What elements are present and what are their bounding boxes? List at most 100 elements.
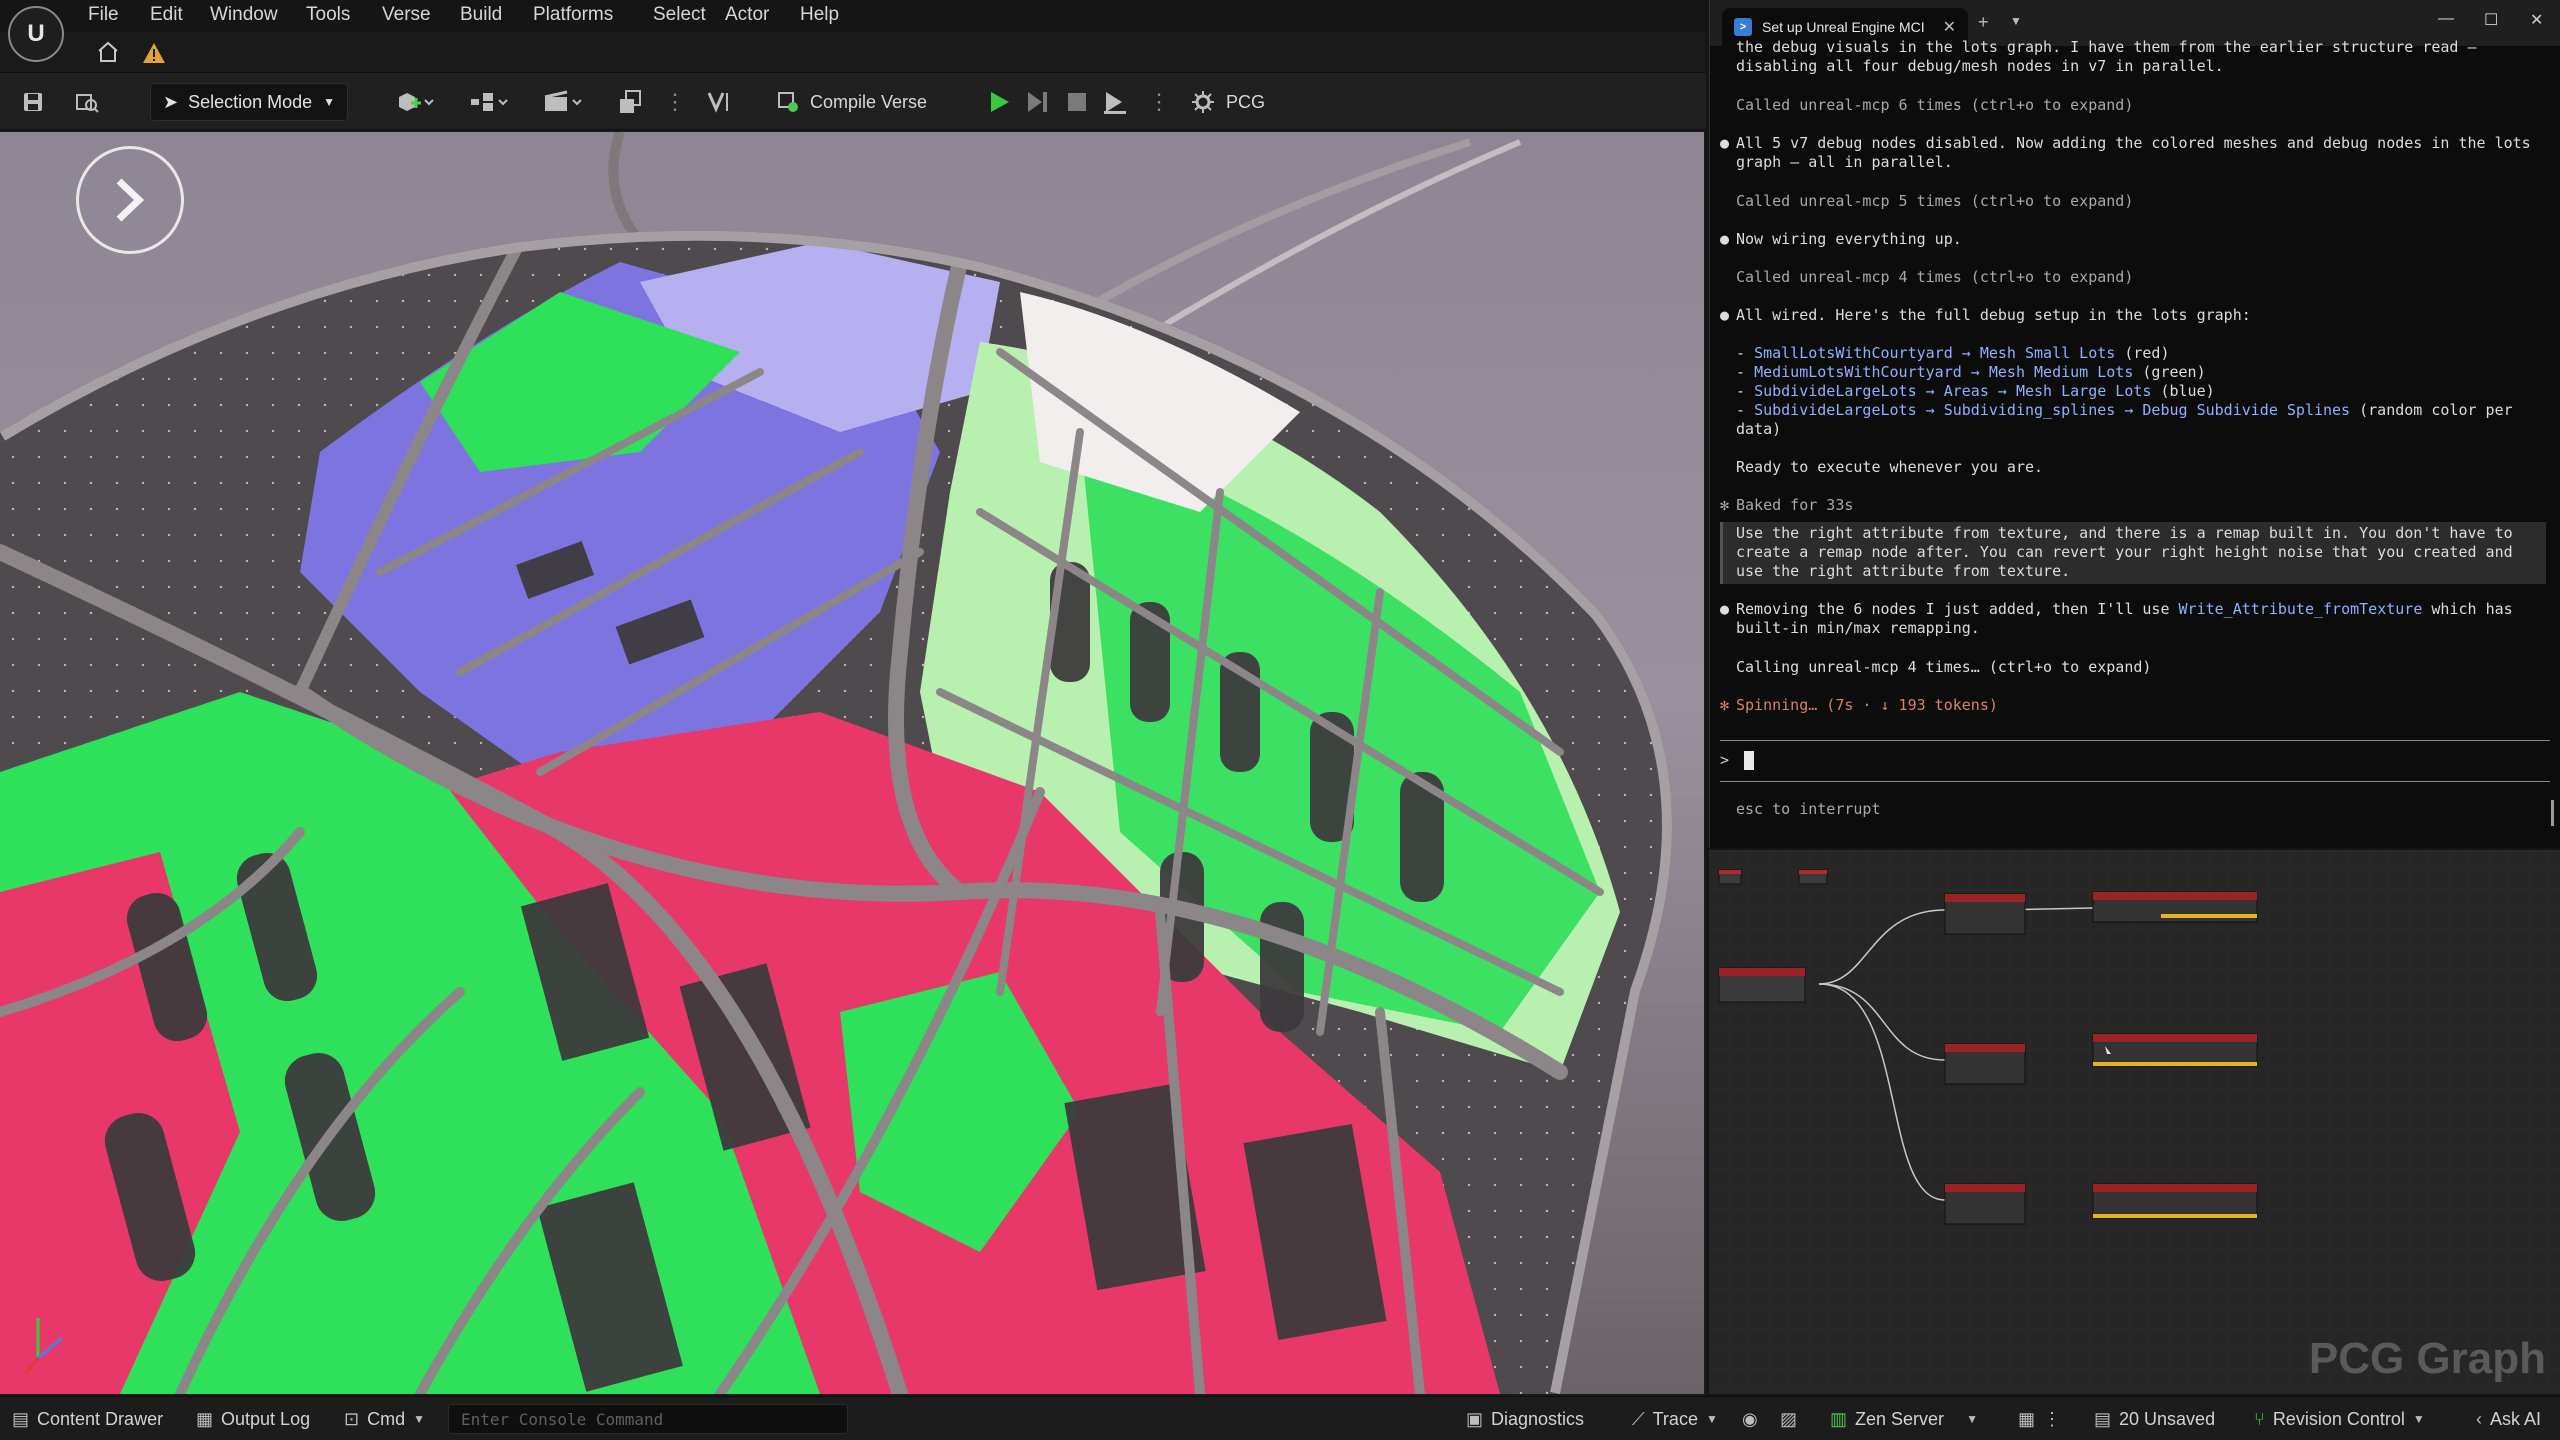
menu-window[interactable]: Window xyxy=(210,4,278,26)
content-drawer-button[interactable]: ▤ Content Drawer xyxy=(12,1397,163,1440)
chevron-left-icon: ‹ xyxy=(2476,1408,2482,1429)
selection-mode-dropdown[interactable]: ➤ Selection Mode ▼ xyxy=(150,83,348,121)
drawer-icon: ▤ xyxy=(12,1408,30,1429)
camera-icon: ▨ xyxy=(1780,1408,1798,1429)
chevron-down-icon: ▼ xyxy=(413,1412,425,1426)
new-tab-icon[interactable]: + xyxy=(1978,12,1989,33)
screenshot-button[interactable]: ▨ xyxy=(1780,1397,1797,1440)
revision-control-icon: ⑂ xyxy=(2254,1408,2265,1429)
blueprint-icon[interactable] xyxy=(468,87,510,117)
cinematics-icon[interactable] xyxy=(542,87,584,117)
output-line: the debug visuals in the lots graph. I h… xyxy=(1736,38,2477,56)
output-line: All 5 v7 debug nodes disabled. Now addin… xyxy=(1736,134,2531,152)
trace-dropdown[interactable]: ⟋ Trace ▼ xyxy=(1632,1397,1718,1440)
derived-data-button[interactable]: ▦ ⋮ xyxy=(2018,1397,2061,1440)
warning-icon[interactable] xyxy=(142,42,166,64)
user-message-line: use the right attribute from texture. xyxy=(1736,562,2071,580)
status-bar: ▤ Content Drawer ▦ Output Log ⊡ Cmd ▼ ▣ … xyxy=(0,1396,2560,1440)
menu-select[interactable]: Select xyxy=(653,4,706,26)
node-name: Write_Attribute_fromTexture xyxy=(2178,600,2423,618)
list-item-note: (random color per xyxy=(2350,401,2513,419)
pcg-node-filter-medium[interactable] xyxy=(1944,1043,2026,1085)
compile-verse-label: Compile Verse xyxy=(810,91,928,112)
tool-call-line[interactable]: Called unreal-mcp 6 times (ctrl+o to exp… xyxy=(1736,96,2133,115)
menu-tools[interactable]: Tools xyxy=(306,4,350,26)
menu-verse[interactable]: Verse xyxy=(382,4,431,26)
pcg-node-output[interactable] xyxy=(1798,869,1828,885)
text-cursor xyxy=(1744,751,1754,770)
chevron-down-icon: ▼ xyxy=(1705,1412,1718,1426)
terminal-scrollbar[interactable] xyxy=(2551,800,2554,826)
tab-dropdown-icon[interactable]: ▼ xyxy=(2010,14,2022,28)
pcg-node-mesh-small[interactable] xyxy=(2092,891,2258,923)
unsaved-button[interactable]: ▤ 20 Unsaved xyxy=(2094,1397,2215,1440)
menu-build[interactable]: Build xyxy=(460,4,502,26)
revision-control-dropdown[interactable]: ⑂ Revision Control ▼ xyxy=(2254,1397,2425,1440)
menu-help[interactable]: Help xyxy=(800,4,839,26)
ask-ai-label: Ask AI xyxy=(2490,1408,2542,1429)
list-item: - SmallLotsWithCourtyard → Mesh Small Lo… xyxy=(1736,344,2170,362)
zen-server-dropdown[interactable]: ▥ Zen Server ▼ xyxy=(1830,1397,1978,1440)
pcg-node-graph xyxy=(1709,850,2560,1394)
platform-icon[interactable] xyxy=(616,87,646,117)
bullet-icon: ● xyxy=(1720,134,1730,152)
add-actor-icon[interactable] xyxy=(394,87,436,117)
cmd-dropdown[interactable]: ⊡ Cmd ▼ xyxy=(344,1397,425,1440)
chevron-right-icon xyxy=(116,178,145,222)
minimize-icon[interactable]: — xyxy=(2438,10,2454,28)
maximize-icon[interactable]: ☐ xyxy=(2484,10,2498,30)
pcg-node-filter-large[interactable] xyxy=(1944,1183,2026,1225)
prompt-input[interactable]: > xyxy=(1720,740,2550,782)
tool-call-line[interactable]: Calling unreal-mcp 4 times… (ctrl+o to e… xyxy=(1736,658,2151,677)
viewport-play-overlay-button[interactable] xyxy=(76,146,184,254)
output-line: data) xyxy=(1736,420,1782,438)
revision-control-label: Revision Control xyxy=(2272,1408,2405,1429)
pcg-button[interactable]: PCG xyxy=(1190,87,1265,117)
play-icon[interactable] xyxy=(984,87,1014,117)
close-window-icon[interactable]: ✕ xyxy=(2530,10,2543,30)
output-log-label: Output Log xyxy=(221,1408,311,1429)
spinner-status: Spinning… (7s · ↓ 193 tokens) xyxy=(1736,696,1998,715)
unreal-logo-icon[interactable]: U xyxy=(8,6,64,62)
browse-icon[interactable] xyxy=(72,87,102,117)
eject-icon[interactable] xyxy=(1100,87,1130,117)
ask-ai-button[interactable]: ‹ Ask AI xyxy=(2476,1397,2541,1440)
pcg-node-filter-small[interactable] xyxy=(1944,893,2026,935)
pcg-node-mesh-large[interactable] xyxy=(2092,1183,2258,1219)
stop-icon[interactable] xyxy=(1062,87,1092,117)
menu-edit[interactable]: Edit xyxy=(150,4,183,26)
save-icon[interactable] xyxy=(18,87,48,117)
record-button[interactable]: ◉ xyxy=(1742,1397,1758,1440)
console-command-input[interactable] xyxy=(448,1404,848,1434)
toolbar-more-icon[interactable]: ⋮ xyxy=(664,87,686,117)
tool-call-line[interactable]: Called unreal-mcp 4 times (ctrl+o to exp… xyxy=(1736,268,2133,287)
unsaved-label: 20 Unsaved xyxy=(2119,1408,2216,1429)
menu-file[interactable]: File xyxy=(88,4,119,26)
diagnostics-button[interactable]: ▣ Diagnostics xyxy=(1466,1397,1584,1440)
play-options-icon[interactable]: ⋮ xyxy=(1148,87,1170,117)
pcg-graph-panel[interactable]: PCG Graph xyxy=(1709,850,2560,1394)
compile-verse-button[interactable]: Compile Verse xyxy=(776,87,927,117)
pcg-node-source[interactable] xyxy=(1718,967,1806,1003)
zen-server-icon: ▥ xyxy=(1830,1408,1848,1429)
step-icon[interactable] xyxy=(1022,87,1052,117)
save-all-icon: ▤ xyxy=(2094,1408,2112,1429)
output-line: Removing the 6 nodes I just added, then … xyxy=(1736,600,2513,619)
axis-gizmo-icon xyxy=(24,1318,63,1375)
output-line: built-in min/max remapping. xyxy=(1736,619,1980,637)
chevron-down-icon: ▼ xyxy=(323,95,335,109)
close-tab-icon[interactable]: ✕ xyxy=(1943,17,1956,37)
verse-icon[interactable] xyxy=(704,87,734,117)
output-log-button[interactable]: ▦ Output Log xyxy=(196,1397,310,1440)
menu-platforms[interactable]: Platforms xyxy=(533,4,613,26)
powershell-icon: > xyxy=(1734,18,1752,36)
chevron-down-icon: ▼ xyxy=(2412,1412,2425,1426)
menu-actor[interactable]: Actor xyxy=(725,4,769,26)
pcg-node-mesh-medium[interactable] xyxy=(2092,1033,2258,1067)
cmd-label: Cmd xyxy=(367,1408,406,1429)
tool-call-line[interactable]: Called unreal-mcp 5 times (ctrl+o to exp… xyxy=(1736,192,2133,211)
level-viewport[interactable] xyxy=(0,132,1704,1394)
home-icon[interactable] xyxy=(96,40,120,64)
record-icon: ◉ xyxy=(1742,1408,1758,1429)
pcg-node-input[interactable] xyxy=(1718,869,1742,885)
